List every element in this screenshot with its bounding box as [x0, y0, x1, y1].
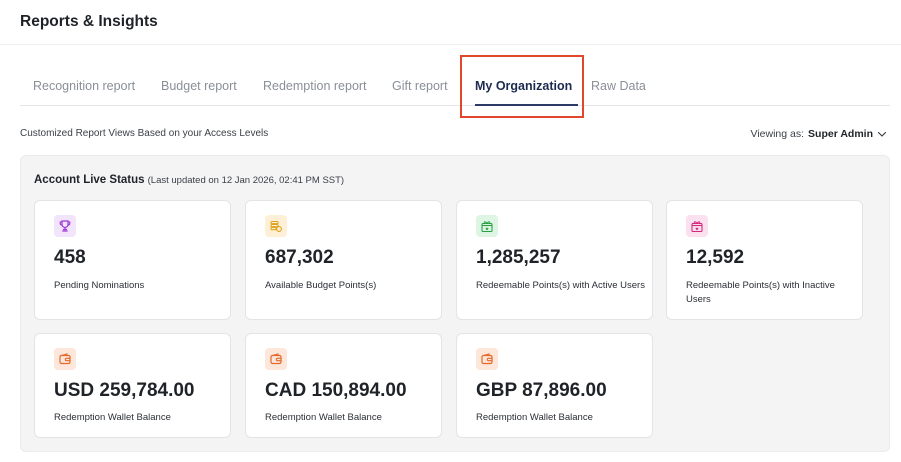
- stat-label: Redeemable Points(s) with Inactive Users: [686, 280, 835, 305]
- tab-recognition-report[interactable]: Recognition report: [33, 66, 135, 106]
- stat-value: USD 259,784.00: [54, 380, 195, 401]
- stat-value: 12,592: [686, 247, 745, 268]
- viewing-as-selector[interactable]: Viewing as: Super Admin: [751, 128, 887, 140]
- status-last-updated: (Last updated on 12 Jan 2026, 02:41 PM S…: [147, 175, 345, 186]
- wallet-icon: [476, 348, 498, 370]
- stat-card: USD 259,784.00 Redemption Wallet Balance: [34, 333, 231, 438]
- account-live-status-panel: Account Live Status (Last updated on 12 …: [20, 155, 890, 452]
- status-title: Account Live Status (Last updated on 12 …: [34, 174, 344, 186]
- stat-card: 1,285,257 Redeemable Points(s) with Acti…: [456, 200, 653, 320]
- stat-card: CAD 150,894.00 Redemption Wallet Balance: [245, 333, 442, 438]
- top-header: Reports & Insights: [0, 0, 901, 45]
- tab-redemption-report[interactable]: Redemption report: [263, 66, 367, 106]
- tab-gift-report[interactable]: Gift report: [392, 66, 448, 106]
- stat-value: 687,302: [265, 247, 334, 268]
- access-level-description: Customized Report Views Based on your Ac…: [20, 128, 269, 139]
- wallet-icon: [54, 348, 76, 370]
- trophy-icon: [54, 215, 76, 237]
- tab-budget-report[interactable]: Budget report: [161, 66, 237, 106]
- stat-card: 458 Pending Nominations: [34, 200, 231, 320]
- coins-icon: [265, 215, 287, 237]
- stat-value: GBP 87,896.00: [476, 380, 607, 401]
- stat-value: 458: [54, 247, 86, 268]
- stat-label: Redemption Wallet Balance: [265, 412, 382, 423]
- stat-label: Redeemable Points(s) with Active Users: [476, 280, 645, 291]
- report-tabs: Recognition report Budget report Redempt…: [20, 66, 890, 106]
- viewing-as-role: Super Admin: [808, 128, 873, 140]
- gift-icon: [476, 215, 498, 237]
- tab-raw-data[interactable]: Raw Data: [591, 66, 646, 106]
- chevron-down-icon: [877, 131, 887, 137]
- stat-label: Redemption Wallet Balance: [476, 412, 593, 423]
- stat-value: CAD 150,894.00: [265, 380, 407, 401]
- stat-label: Redemption Wallet Balance: [54, 412, 171, 423]
- stat-card: GBP 87,896.00 Redemption Wallet Balance: [456, 333, 653, 438]
- stat-card: 687,302 Available Budget Points(s): [245, 200, 442, 320]
- stat-value: 1,285,257: [476, 247, 561, 268]
- viewing-as-prefix: Viewing as:: [750, 128, 805, 140]
- stat-label: Available Budget Points(s): [265, 280, 377, 291]
- stat-card: 12,592 Redeemable Points(s) with Inactiv…: [666, 200, 863, 320]
- active-tab-indicator: [475, 104, 578, 106]
- stat-label: Pending Nominations: [54, 280, 145, 291]
- page-title: Reports & Insights: [20, 13, 158, 30]
- tab-my-organization[interactable]: My Organization: [475, 66, 572, 106]
- reports-page: Reports & Insights Recognition report Bu…: [0, 0, 901, 462]
- wallet-icon: [265, 348, 287, 370]
- gift-icon: [686, 215, 708, 237]
- status-title-text: Account Live Status: [34, 174, 145, 186]
